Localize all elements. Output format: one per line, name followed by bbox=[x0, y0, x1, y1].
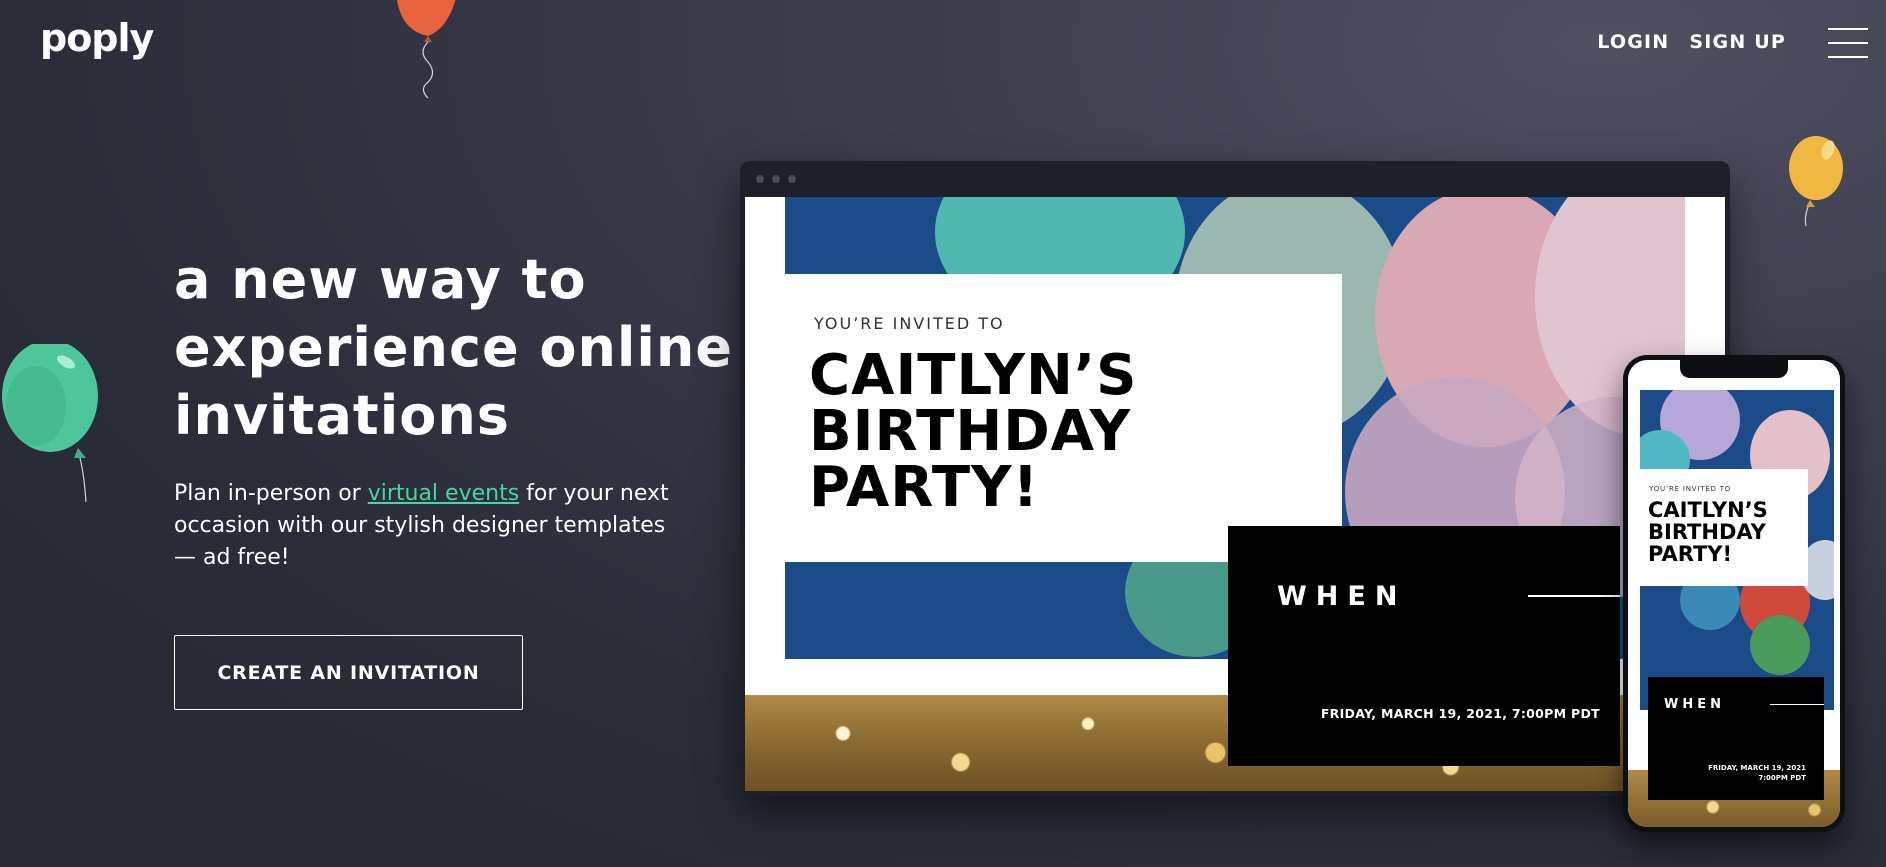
hero-text-before: Plan in-person or bbox=[174, 481, 368, 506]
mobile-event-date-line2: 7:00PM PDT bbox=[1758, 774, 1806, 782]
mobile-when-divider bbox=[1770, 704, 1824, 705]
mobile-event-date-line1: FRIDAY, MARCH 19, 2021 bbox=[1708, 764, 1806, 772]
create-invitation-button[interactable]: CREATE AN INVITATION bbox=[174, 635, 523, 710]
mobile-event-title-line3: PARTY! bbox=[1648, 542, 1733, 566]
mobile-event-date: FRIDAY, MARCH 19, 2021 7:00PM PDT bbox=[1696, 763, 1806, 783]
top-nav: LOGIN SIGN UP bbox=[1597, 31, 1786, 53]
yellow-balloon-icon bbox=[1789, 136, 1843, 227]
hero-heading-line1: a new way to bbox=[174, 248, 587, 311]
signup-link[interactable]: SIGN UP bbox=[1689, 31, 1786, 53]
mobile-when-label: WHEN bbox=[1664, 697, 1725, 712]
hero-description: Plan in-person or virtual events for you… bbox=[174, 478, 694, 574]
mobile-event-title-line1: CAITLYN’S bbox=[1648, 498, 1768, 522]
event-title: CAITLYN’S BIRTHDAY PARTY! bbox=[809, 348, 1329, 516]
when-card: WHEN FRIDAY, MARCH 19, 2021, 7:00PM PDT bbox=[1228, 526, 1620, 766]
phone-notch bbox=[1680, 360, 1788, 378]
virtual-events-link[interactable]: virtual events bbox=[368, 481, 519, 506]
hero-heading-line3: invitations bbox=[174, 384, 510, 447]
login-link[interactable]: LOGIN bbox=[1597, 31, 1669, 53]
window-dots bbox=[756, 175, 796, 183]
when-label: WHEN bbox=[1277, 581, 1407, 612]
mobile-preview-mockup: YOU’RE INVITED TO CAITLYN’S BIRTHDAY PAR… bbox=[1623, 355, 1845, 832]
hero-heading-line2: experience online bbox=[174, 316, 734, 379]
mobile-invitation-screen: YOU’RE INVITED TO CAITLYN’S BIRTHDAY PAR… bbox=[1628, 360, 1840, 827]
hamburger-menu-icon[interactable] bbox=[1828, 28, 1868, 58]
event-title-line3: PARTY! bbox=[809, 455, 1040, 520]
green-balloon-icon bbox=[2, 344, 98, 503]
mobile-event-title-line2: BIRTHDAY bbox=[1648, 520, 1766, 544]
invite-kicker: YOU’RE INVITED TO bbox=[814, 314, 1005, 333]
event-date: FRIDAY, MARCH 19, 2021, 7:00PM PDT bbox=[1320, 706, 1600, 721]
mobile-when-card: WHEN FRIDAY, MARCH 19, 2021 7:00PM PDT bbox=[1648, 677, 1824, 800]
desktop-invitation-screen: YOU’RE INVITED TO CAITLYN’S BIRTHDAY PAR… bbox=[745, 197, 1725, 791]
mobile-invitation-title-card: YOU’RE INVITED TO CAITLYN’S BIRTHDAY PAR… bbox=[1640, 469, 1808, 586]
when-divider bbox=[1528, 595, 1620, 597]
desktop-preview-mockup: YOU’RE INVITED TO CAITLYN’S BIRTHDAY PAR… bbox=[740, 161, 1730, 796]
orange-balloon-icon bbox=[397, 0, 456, 99]
hero-heading: a new way to experience online invitatio… bbox=[174, 246, 734, 450]
mobile-invite-kicker: YOU’RE INVITED TO bbox=[1649, 485, 1732, 493]
invitation-title-card: YOU’RE INVITED TO CAITLYN’S BIRTHDAY PAR… bbox=[785, 274, 1342, 562]
mobile-event-title: CAITLYN’S BIRTHDAY PARTY! bbox=[1648, 499, 1808, 565]
brand-logo[interactable]: poply bbox=[40, 16, 154, 60]
